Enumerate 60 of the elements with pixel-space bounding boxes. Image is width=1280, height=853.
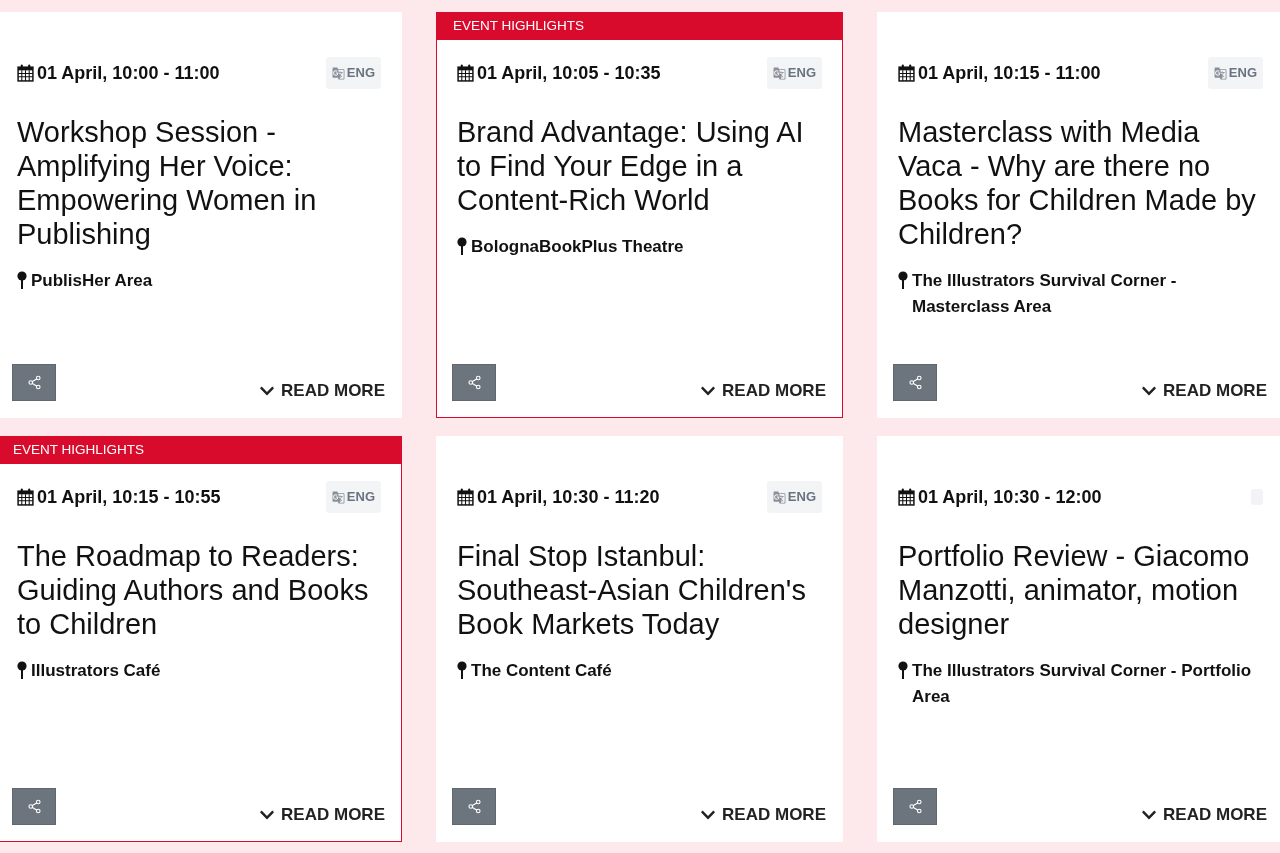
read-more-link[interactable]: READ MORE <box>700 382 826 399</box>
event-title: Portfolio Review - Giacomo Manzotti, animator, motion designer <box>898 539 1251 641</box>
read-more-link[interactable]: READ MORE <box>1141 382 1267 399</box>
pin-icon <box>898 271 908 289</box>
highlight-banner: EVENT HIGHLIGHTS <box>436 12 843 40</box>
pin-icon <box>457 237 467 255</box>
calendar-icon <box>898 64 915 82</box>
share-button[interactable] <box>12 788 56 825</box>
language-tag: ENG <box>325 481 381 513</box>
calendar-icon <box>17 488 34 506</box>
event-title: The Roadmap to Readers: Guiding Authors and Books to Children <box>17 539 370 641</box>
language-tag: ENG <box>766 481 822 513</box>
pin-icon <box>457 661 467 679</box>
read-more-link[interactable]: READ MORE <box>700 806 826 823</box>
share-icon <box>26 375 42 390</box>
event-title: Masterclass with Media Vaca - Why are there no Books for Children Made by Children? <box>898 115 1257 251</box>
calendar-icon <box>457 488 474 506</box>
share-icon <box>907 799 923 814</box>
share-button[interactable] <box>452 788 496 825</box>
read-more-link[interactable]: READ MORE <box>259 382 385 399</box>
translate-icon <box>772 66 786 80</box>
translate-icon <box>772 490 786 504</box>
highlight-banner: EVENT HIGHLIGHTS <box>0 436 402 464</box>
language-tag: ENG <box>325 57 381 89</box>
date-time: 01 April, 10:15 - 11:00 <box>918 61 1101 85</box>
read-more-link[interactable]: READ MORE <box>259 806 385 823</box>
event-location: BolognaBookPlus Theatre <box>471 236 684 258</box>
event-title: Workshop Session - Amplifying Her Voice: Empowering Women in Publishing <box>17 115 318 251</box>
event-location: The Illustrators Survival Corner - Masterclass Area <box>912 270 1178 318</box>
pin-icon <box>17 271 27 289</box>
event-location: Illustrators Café <box>31 660 161 682</box>
translate-icon <box>331 490 345 504</box>
share-button[interactable] <box>452 364 496 401</box>
language-tag: ENG <box>1207 57 1263 89</box>
share-button[interactable] <box>12 364 56 401</box>
calendar-icon <box>898 488 915 506</box>
date-time: 01 April, 10:15 - 10:55 <box>37 485 221 509</box>
calendar-icon <box>457 64 474 82</box>
share-icon <box>26 799 42 814</box>
event-title: Brand Advantage: Using AI to Find Your Edge in a Content-Rich World <box>457 115 805 217</box>
pin-icon <box>17 661 27 679</box>
share-icon <box>907 375 923 390</box>
calendar-icon <box>17 64 34 82</box>
language-tag: ENG <box>766 57 822 89</box>
share-icon <box>466 799 482 814</box>
translate-icon <box>1213 66 1227 80</box>
date-time: 01 April, 10:05 - 10:35 <box>477 61 661 85</box>
pin-icon <box>898 661 908 679</box>
date-time: 01 April, 10:00 - 11:00 <box>37 61 220 85</box>
event-title: Final Stop Istanbul: Southeast-Asian Children's Book Markets Today <box>457 539 807 641</box>
event-location: The Illustrators Survival Corner - Portfolio Area <box>912 660 1253 708</box>
translate-icon <box>331 66 345 80</box>
share-icon <box>466 375 482 390</box>
read-more-link[interactable]: READ MORE <box>1141 806 1267 823</box>
date-time: 01 April, 10:30 - 12:00 <box>918 485 1102 509</box>
share-button[interactable] <box>893 364 937 401</box>
date-time: 01 April, 10:30 - 11:20 <box>477 485 660 509</box>
event-location: The Content Café <box>471 660 612 682</box>
share-button[interactable] <box>893 788 937 825</box>
event-location: PublisHer Area <box>31 270 153 292</box>
